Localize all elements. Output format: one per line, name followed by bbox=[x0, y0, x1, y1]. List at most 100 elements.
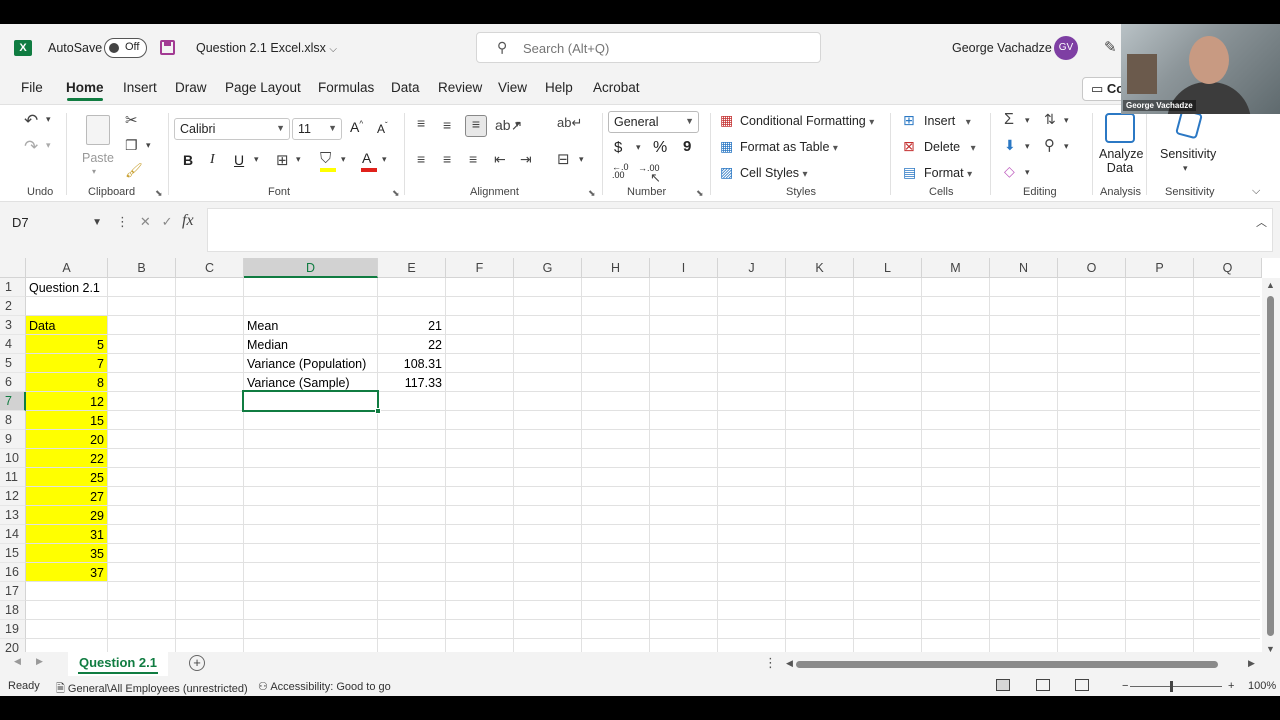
chevron-down-icon[interactable]: ▾ bbox=[1064, 115, 1069, 126]
paste-icon[interactable] bbox=[86, 115, 110, 145]
previous-sheet-icon[interactable]: ◀ bbox=[14, 656, 21, 667]
vertical-scrollbar[interactable]: ▲ ▼ bbox=[1262, 278, 1280, 658]
clear-icon[interactable]: ◇ bbox=[1004, 163, 1015, 180]
chevron-down-icon[interactable]: ▾ bbox=[1025, 167, 1030, 178]
tab-view[interactable]: View bbox=[498, 80, 527, 95]
column-header-i[interactable]: I bbox=[650, 258, 718, 278]
worksheet-grid[interactable]: A B C D E F G H I J K L M N O P Q 1 2 3 … bbox=[0, 258, 1280, 658]
font-color-icon[interactable]: A bbox=[362, 150, 371, 166]
accessibility-status[interactable]: ⚇ Accessibility: Good to go bbox=[258, 680, 391, 693]
tab-file[interactable]: File bbox=[21, 80, 43, 95]
active-cell-d7[interactable] bbox=[242, 390, 381, 414]
row-header-4[interactable]: 4 bbox=[0, 335, 26, 354]
scroll-left-icon[interactable]: ◀ bbox=[786, 658, 793, 669]
column-header-a[interactable]: A bbox=[26, 258, 108, 278]
tab-insert[interactable]: Insert bbox=[123, 80, 157, 95]
chevron-down-icon[interactable]: ▾ bbox=[254, 154, 259, 165]
cell-a9[interactable]: 20 bbox=[26, 430, 108, 449]
dialog-launcher-icon[interactable]: ⬊ bbox=[588, 188, 596, 199]
chevron-down-icon[interactable]: ▾ bbox=[515, 119, 520, 130]
font-name-dropdown[interactable]: Calibri ▼ bbox=[174, 118, 290, 140]
merge-center-icon[interactable]: ⊟ bbox=[557, 150, 570, 168]
tab-home[interactable]: Home bbox=[66, 80, 104, 95]
page-layout-view-icon[interactable] bbox=[1036, 679, 1050, 691]
row-header-18[interactable]: 18 bbox=[0, 601, 26, 620]
cell-a6[interactable]: 8 bbox=[26, 373, 108, 392]
chevron-down-icon[interactable]: ▾ bbox=[296, 154, 301, 165]
row-header-6[interactable]: 6 bbox=[0, 373, 26, 392]
format-cells-button[interactable]: Format ▾ bbox=[924, 166, 972, 180]
formula-input[interactable] bbox=[207, 208, 1273, 252]
column-header-o[interactable]: O bbox=[1058, 258, 1126, 278]
cancel-icon[interactable]: ✕ bbox=[140, 214, 151, 229]
row-header-5[interactable]: 5 bbox=[0, 354, 26, 373]
cell-a16[interactable]: 37 bbox=[26, 563, 108, 582]
chevron-down-icon[interactable]: ▾ bbox=[1183, 163, 1188, 174]
paste-label[interactable]: Paste bbox=[82, 151, 114, 165]
collapse-formula-bar-icon[interactable]: ︿ bbox=[1256, 214, 1267, 230]
cell-a12[interactable]: 27 bbox=[26, 487, 108, 506]
column-header-l[interactable]: L bbox=[854, 258, 922, 278]
row-header-3[interactable]: 3 bbox=[0, 316, 26, 335]
fill-handle[interactable] bbox=[375, 408, 381, 414]
chevron-down-icon[interactable]: ▾ bbox=[146, 140, 151, 151]
avatar[interactable]: GV bbox=[1054, 36, 1078, 60]
insert-function-button[interactable]: fx bbox=[182, 212, 194, 230]
column-header-p[interactable]: P bbox=[1126, 258, 1194, 278]
cell-d3[interactable]: Mean bbox=[244, 316, 378, 335]
chevron-down-icon[interactable]: ▾ bbox=[46, 114, 51, 125]
dialog-launcher-icon[interactable]: ⬊ bbox=[392, 188, 400, 199]
cell-e4[interactable]: 22 bbox=[378, 335, 446, 354]
vertical-scroll-thumb[interactable] bbox=[1267, 296, 1274, 636]
chevron-down-icon[interactable]: ▾ bbox=[92, 167, 96, 176]
row-header-2[interactable]: 2 bbox=[0, 297, 26, 316]
chevron-down-icon[interactable]: ▾ bbox=[341, 154, 346, 165]
row-header-16[interactable]: 16 bbox=[0, 563, 26, 582]
dialog-launcher-icon[interactable]: ⬊ bbox=[696, 188, 704, 199]
format-as-table-button[interactable]: Format as Table ▾ bbox=[740, 140, 838, 154]
row-header-19[interactable]: 19 bbox=[0, 620, 26, 639]
column-header-k[interactable]: K bbox=[786, 258, 854, 278]
cell-a14[interactable]: 31 bbox=[26, 525, 108, 544]
decrease-font-size-button[interactable]: Aˇ bbox=[377, 121, 388, 136]
horizontal-scroll-thumb[interactable] bbox=[796, 661, 1218, 668]
cell-styles-button[interactable]: Cell Styles ▾ bbox=[740, 166, 808, 180]
currency-icon[interactable]: $ bbox=[614, 139, 622, 156]
zoom-level[interactable]: 100% bbox=[1248, 680, 1276, 692]
row-header-8[interactable]: 8 bbox=[0, 411, 26, 430]
align-middle-icon[interactable]: ≡ bbox=[443, 117, 451, 133]
align-bottom-icon[interactable]: ≡ bbox=[465, 115, 487, 137]
tab-page-layout[interactable]: Page Layout bbox=[225, 80, 301, 95]
tab-acrobat[interactable]: Acrobat bbox=[593, 80, 640, 95]
increase-indent-icon[interactable]: ⇥ bbox=[520, 151, 532, 168]
scroll-right-icon[interactable]: ▶ bbox=[1248, 658, 1255, 669]
align-right-icon[interactable]: ≡ bbox=[469, 151, 477, 167]
analyze-data-button[interactable]: Analyze Data bbox=[1099, 147, 1143, 175]
column-header-e[interactable]: E bbox=[378, 258, 446, 278]
cell-d4[interactable]: Median bbox=[244, 335, 378, 354]
increase-font-size-button[interactable]: A^ bbox=[350, 119, 363, 135]
cell-e6[interactable]: 117.33 bbox=[378, 373, 446, 392]
chevron-down-icon[interactable]: ▾ bbox=[1025, 141, 1030, 152]
fill-color-icon[interactable]: ⛉ bbox=[320, 150, 331, 167]
sheet-tab-question-2-1[interactable]: Question 2.1 bbox=[68, 652, 168, 676]
chevron-down-icon[interactable]: ▾ bbox=[636, 142, 641, 153]
cut-icon[interactable]: ✂ bbox=[125, 111, 138, 129]
chevron-down-icon[interactable]: ▾ bbox=[46, 140, 51, 151]
cell-a1[interactable]: Question 2.1 bbox=[26, 278, 176, 297]
cell-e5[interactable]: 108.31 bbox=[378, 354, 446, 373]
cell-a4[interactable]: 5 bbox=[26, 335, 108, 354]
column-header-d[interactable]: D bbox=[244, 258, 378, 278]
delete-cells-button[interactable]: Delete ▾ bbox=[924, 140, 976, 154]
insert-cells-button[interactable]: Insert ▾ bbox=[924, 114, 971, 128]
scroll-up-icon[interactable]: ▲ bbox=[1266, 280, 1275, 290]
chevron-down-icon[interactable]: ▾ bbox=[579, 154, 584, 165]
normal-view-icon[interactable] bbox=[996, 679, 1010, 691]
next-sheet-icon[interactable]: ▶ bbox=[36, 656, 43, 667]
align-center-icon[interactable]: ≡ bbox=[443, 151, 451, 167]
check-icon[interactable]: ✓ bbox=[162, 214, 173, 229]
autosave-toggle[interactable]: Off bbox=[104, 38, 147, 58]
sort-filter-icon[interactable]: ⇅ bbox=[1044, 111, 1056, 128]
copy-icon[interactable]: ❐ bbox=[125, 137, 138, 154]
font-size-dropdown[interactable]: 11 ▼ bbox=[292, 118, 342, 140]
